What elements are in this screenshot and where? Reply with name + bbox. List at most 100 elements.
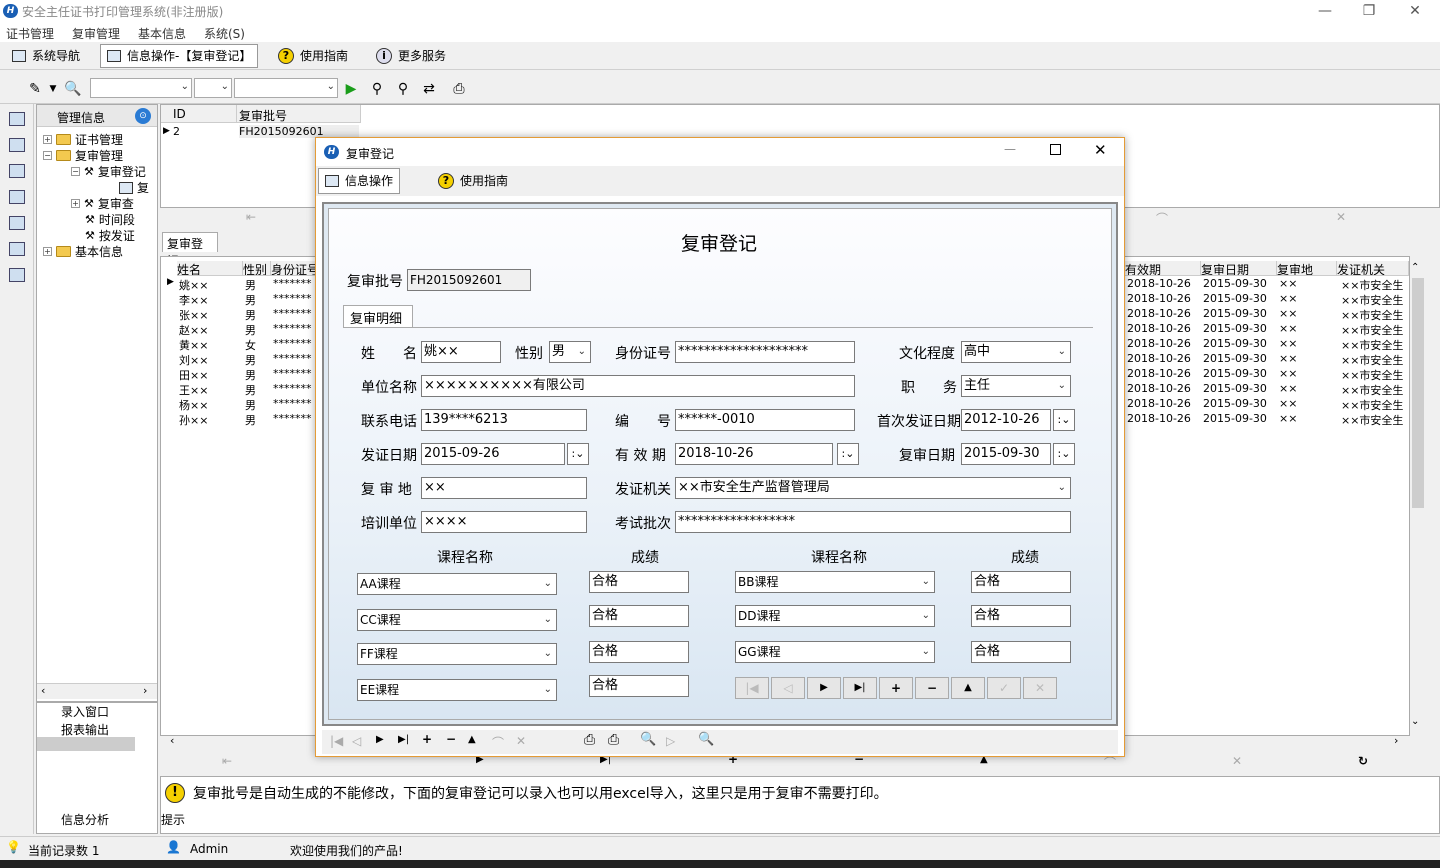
train-field[interactable]: ×××× [421, 511, 587, 533]
cell-valid[interactable]: 2018-10-26 [1127, 307, 1199, 320]
dialog-tab-info[interactable]: 信息操作 [318, 168, 401, 194]
tree-item-basic[interactable]: + 基本信息 [43, 243, 123, 260]
cell-valid[interactable]: 2018-10-26 [1127, 352, 1199, 365]
cell-issuer[interactable]: ××市安全生 [1341, 397, 1407, 413]
grid-vscroll[interactable]: ⌃ ⌄ [1410, 262, 1426, 732]
cancel-icon[interactable]: ✕ [1232, 754, 1242, 768]
edit-icon[interactable]: ✎ [26, 80, 44, 98]
users-icon[interactable] [9, 242, 25, 256]
window-icon[interactable] [9, 112, 25, 126]
menu-system[interactable]: 系统(S) [204, 25, 245, 42]
batch-field[interactable]: FH2015092601 [407, 269, 531, 291]
cell-issuer[interactable]: ××市安全生 [1341, 277, 1407, 293]
cell-sex[interactable]: 男 [245, 382, 269, 398]
scroll-down-icon[interactable]: ⌄ [1411, 716, 1419, 727]
course-select[interactable]: GG课程 ⌄ [735, 641, 935, 663]
unit-field[interactable]: ××××××××××有限公司 [421, 375, 855, 397]
cell-review-date[interactable]: 2015-09-30 [1203, 292, 1275, 305]
col-batch[interactable]: 复审批号 [237, 105, 361, 123]
sex-select[interactable]: 男 ⌄ [549, 341, 591, 363]
cell-review-date[interactable]: 2015-09-30 [1203, 322, 1275, 335]
tab-review-reg[interactable]: 复审登记 [162, 232, 218, 268]
cell-valid[interactable]: 2018-10-26 [1127, 277, 1199, 290]
first-button[interactable]: |◀ [735, 677, 769, 699]
cell-id[interactable]: 2 [173, 125, 180, 138]
cell-review-date[interactable]: 2015-09-30 [1203, 382, 1275, 395]
cell-issuer[interactable]: ××市安全生 [1341, 352, 1407, 368]
scroll-left-icon[interactable]: ‹ [41, 684, 45, 697]
cell-issuer[interactable]: ××市安全生 [1341, 337, 1407, 353]
edu-select[interactable]: 高中 ⌄ [961, 341, 1071, 363]
network-icon[interactable] [9, 138, 25, 152]
cell-review-place[interactable]: ×× [1279, 337, 1335, 350]
cell-issuer[interactable]: ××市安全生 [1341, 307, 1407, 323]
col-sex[interactable]: 性别 [243, 261, 271, 276]
expand-icon[interactable]: + [43, 247, 52, 256]
tree-item-by-issuer[interactable]: ⚒ 按发证 [85, 227, 135, 244]
cell-valid[interactable]: 2018-10-26 [1127, 367, 1199, 380]
cell-sex[interactable]: 男 [245, 367, 269, 383]
tree-item-review-sub[interactable]: 复 [119, 179, 149, 196]
collapse-icon[interactable]: ⊙ [135, 108, 151, 124]
menu-basic[interactable]: 基本信息 [138, 25, 186, 42]
scroll-right-icon[interactable]: › [143, 684, 147, 697]
refresh-icon[interactable]: ⇄ [420, 80, 438, 98]
cell-issuer[interactable]: ××市安全生 [1341, 292, 1407, 308]
col-id[interactable]: ID [161, 105, 237, 123]
cell-review-place[interactable]: ×× [1279, 307, 1335, 320]
report-icon[interactable] [9, 268, 25, 282]
scroll-left-icon[interactable]: ‹ [170, 734, 174, 747]
cell-name[interactable]: 黄×× [179, 337, 241, 353]
score-field[interactable]: 合格 [589, 675, 689, 697]
cell-valid[interactable]: 2018-10-26 [1127, 292, 1199, 305]
cell-review-date[interactable]: 2015-09-30 [1203, 367, 1275, 380]
score-field[interactable]: 合格 [589, 641, 689, 663]
remove-icon[interactable]: − [446, 732, 456, 746]
cell-name[interactable]: 田×× [179, 367, 241, 383]
cell-valid[interactable]: 2018-10-26 [1127, 322, 1199, 335]
review-date-field[interactable]: 2015-09-30 [961, 443, 1051, 465]
score-field[interactable]: 合格 [589, 571, 689, 593]
tab-system-nav[interactable]: 系统导航 [6, 44, 86, 68]
cell-name[interactable]: 姚×× [179, 277, 241, 293]
search-icon[interactable]: 🔍 [698, 732, 714, 747]
expand-icon[interactable]: + [43, 135, 52, 144]
entry-window-button[interactable]: 录入窗口 [61, 703, 109, 720]
cell-idno[interactable]: ******* [273, 352, 319, 365]
cell-review-place[interactable]: ×× [1279, 367, 1335, 380]
score-field[interactable]: 合格 [971, 571, 1071, 593]
first-record-icon[interactable]: ⇤ [246, 210, 256, 224]
name-field[interactable]: 姚×× [421, 341, 501, 363]
first-date-field[interactable]: 2012-10-26 [961, 409, 1051, 431]
cell-idno[interactable]: ******* [273, 292, 319, 305]
zoom-icon[interactable]: 🔍 [640, 732, 656, 747]
post-icon[interactable]: ⌒ [492, 734, 504, 751]
expand-icon[interactable]: + [71, 199, 80, 208]
course-select[interactable]: FF课程 ⌄ [357, 643, 557, 665]
cell-name[interactable]: 李×× [179, 292, 241, 308]
cell-issuer[interactable]: ××市安全生 [1341, 382, 1407, 398]
edit-record-icon[interactable]: ⌒ [1156, 210, 1168, 227]
tab-info-op[interactable]: 信息操作-【复审登记】 [100, 44, 259, 68]
delete-button[interactable]: − [915, 677, 949, 699]
first-icon[interactable]: ⇤ [222, 754, 232, 768]
cell-name[interactable]: 刘×× [179, 352, 241, 368]
prior-icon[interactable]: ◁ [352, 734, 361, 748]
cell-sex[interactable]: 男 [245, 412, 269, 428]
print-icon[interactable]: ⎙ [584, 732, 595, 748]
dialog-minimize-icon[interactable]: — [1004, 142, 1016, 156]
list-icon[interactable] [9, 164, 25, 178]
issue-date-field[interactable]: 2015-09-26 [421, 443, 565, 465]
tree-item-cert[interactable]: + 证书管理 [43, 131, 123, 148]
cancel-icon[interactable]: ✕ [516, 734, 526, 748]
cell-idno[interactable]: ******* [273, 277, 319, 290]
tab-detail[interactable]: 复审明细 [343, 305, 413, 327]
last-button[interactable]: ▶| [843, 677, 877, 699]
next-icon[interactable]: ▶ [376, 734, 384, 745]
tree-item-review[interactable]: − 复审管理 [43, 147, 123, 164]
phone-field[interactable]: 139****6213 [421, 409, 587, 431]
cell-valid[interactable]: 2018-10-26 [1127, 397, 1199, 410]
cell-review-date[interactable]: 2015-09-30 [1203, 412, 1275, 425]
filter-combo-3[interactable]: ⌄ [234, 78, 338, 98]
cell-review-place[interactable]: ×× [1279, 292, 1335, 305]
